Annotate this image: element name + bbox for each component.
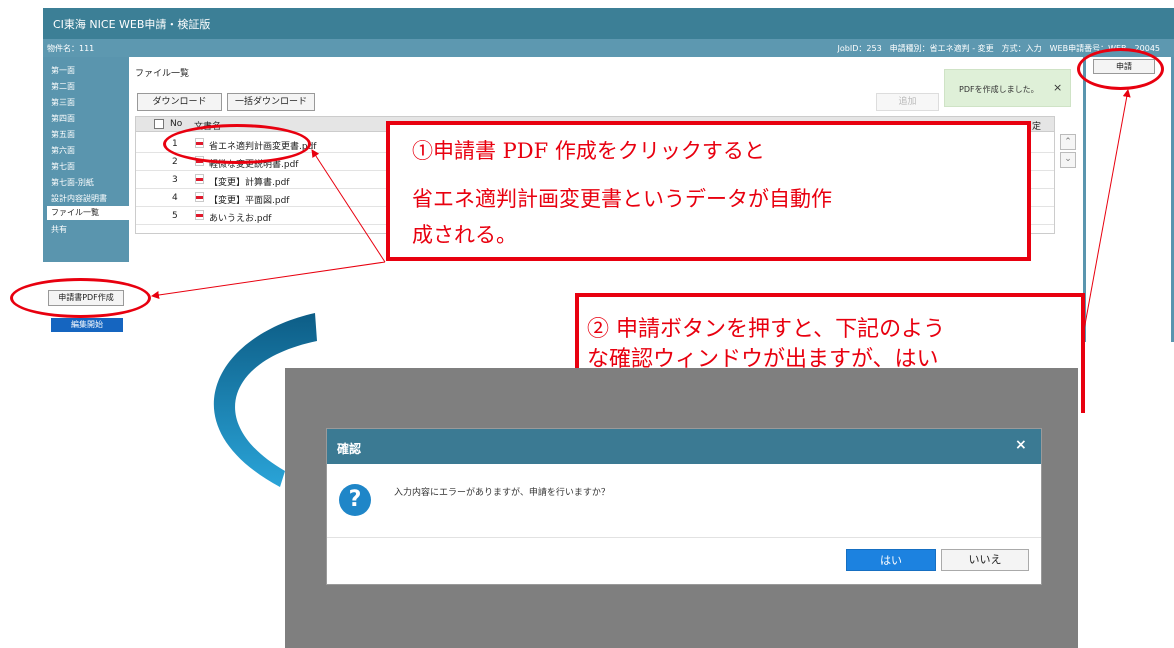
- confirm-dialog: 確認 × ? 入力内容にエラーがありますが、申請を行いますか？ はい いいえ: [326, 428, 1042, 585]
- dialog-close-icon[interactable]: ×: [1015, 437, 1027, 453]
- dialog-header: 確認 ×: [327, 429, 1041, 464]
- note2-line1: ② 申請ボタンを押すと、下記のよう: [587, 317, 946, 342]
- dialog-title: 確認: [337, 442, 362, 456]
- dialog-divider: [327, 537, 1041, 538]
- annotation-note-1: ①申請書 PDF 作成をクリックすると 省エネ適判計画変更書というデータが自動作…: [386, 121, 1031, 261]
- note1-line3: 成される。: [412, 223, 517, 247]
- no-button[interactable]: いいえ: [941, 549, 1029, 571]
- dialog-message: 入力内容にエラーがありますが、申請を行いますか？: [394, 488, 610, 498]
- yes-button[interactable]: はい: [846, 549, 936, 571]
- note1-line2: 省エネ適判計画変更書というデータが自動作: [412, 187, 832, 211]
- question-icon: ?: [339, 484, 371, 516]
- note1-line1: ①申請書 PDF 作成をクリックすると: [412, 139, 765, 163]
